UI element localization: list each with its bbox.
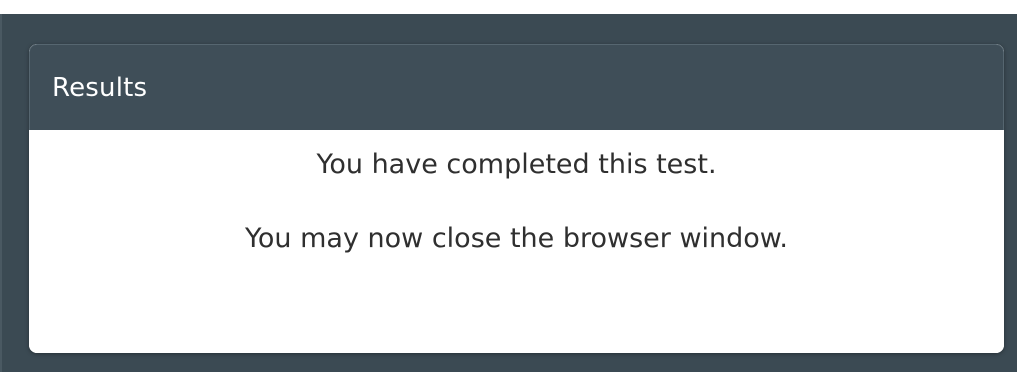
page: Results You have completed this test. Yo…	[0, 0, 1017, 372]
results-title: Results	[52, 73, 148, 103]
close-window-message: You may now close the browser window.	[245, 223, 788, 254]
results-panel-header: Results	[29, 44, 1004, 130]
completion-message: You have completed this test.	[316, 149, 717, 180]
results-panel: Results You have completed this test. Yo…	[29, 44, 1004, 353]
